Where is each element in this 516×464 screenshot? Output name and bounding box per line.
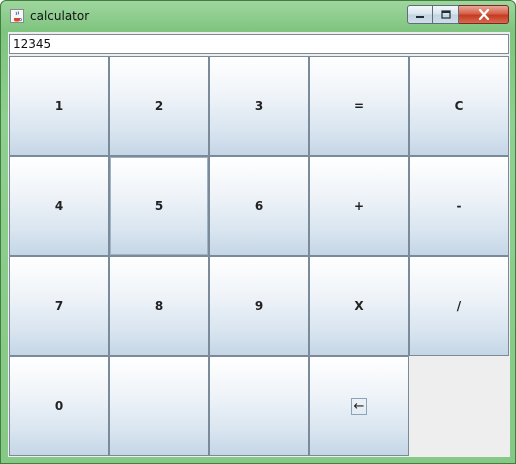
close-button[interactable] (459, 5, 509, 24)
key-1[interactable]: 1 (9, 56, 109, 156)
window-controls (407, 5, 509, 24)
key-2[interactable]: 2 (109, 56, 209, 156)
title-bar[interactable]: calculator (1, 1, 515, 31)
maximize-button[interactable] (433, 5, 459, 24)
calculator-window: calculator 12345 1 2 3 = C 4 5 6 + - 7 8… (0, 0, 516, 464)
key-blank-2[interactable] (209, 356, 309, 456)
key-6[interactable]: 6 (209, 156, 309, 256)
key-clear[interactable]: C (409, 56, 509, 156)
display-field[interactable]: 12345 (9, 34, 509, 54)
minimize-button[interactable] (407, 5, 433, 24)
window-title: calculator (30, 9, 90, 23)
key-8[interactable]: 8 (109, 256, 209, 356)
key-3[interactable]: 3 (209, 56, 309, 156)
keypad: 1 2 3 = C 4 5 6 + - 7 8 9 X / 0 ← (9, 56, 509, 456)
close-icon (478, 9, 489, 20)
key-4[interactable]: 4 (9, 156, 109, 256)
backspace-arrow-icon: ← (350, 397, 368, 415)
empty-cell (409, 356, 509, 456)
key-plus[interactable]: + (309, 156, 409, 256)
key-0[interactable]: 0 (9, 356, 109, 456)
maximize-icon (440, 10, 451, 19)
key-equals[interactable]: = (309, 56, 409, 156)
minimize-icon (416, 15, 424, 18)
key-5[interactable]: 5 (109, 156, 209, 256)
java-cup-icon (10, 9, 24, 23)
key-multiply[interactable]: X (309, 256, 409, 356)
key-7[interactable]: 7 (9, 256, 109, 356)
key-backspace[interactable]: ← (309, 356, 409, 456)
key-divide[interactable]: / (409, 256, 509, 356)
client-area: 12345 1 2 3 = C 4 5 6 + - 7 8 9 X / 0 ← (8, 32, 510, 457)
key-blank-1[interactable] (109, 356, 209, 456)
key-minus[interactable]: - (409, 156, 509, 256)
key-9[interactable]: 9 (209, 256, 309, 356)
